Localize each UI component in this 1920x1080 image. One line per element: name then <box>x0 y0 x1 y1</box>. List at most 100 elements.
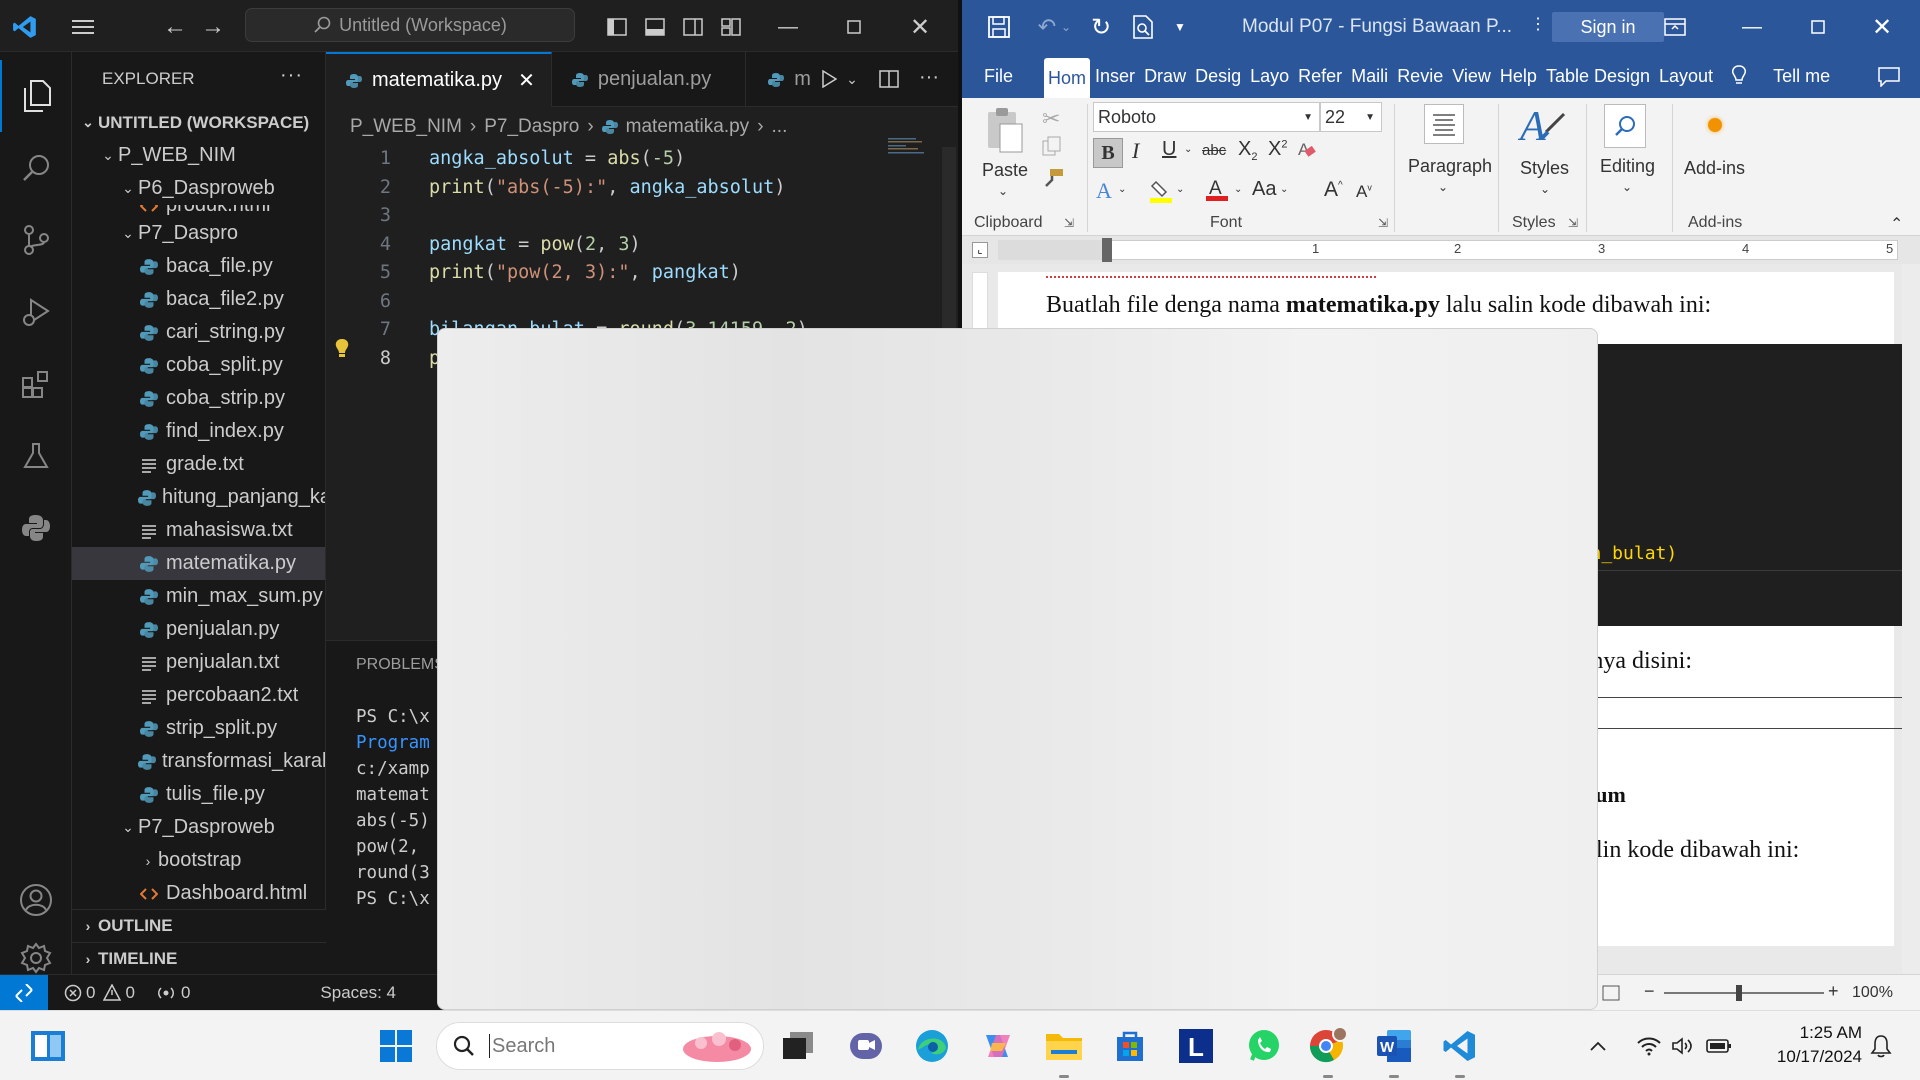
outline-section[interactable]: › OUTLINE <box>72 909 326 942</box>
close-icon[interactable]: ✕ <box>1862 12 1902 42</box>
ribbon-tab[interactable]: Maili <box>1347 54 1392 98</box>
tree-item[interactable]: percobaan2.txt <box>72 679 325 712</box>
ribbon-tab[interactable]: Layo <box>1246 54 1293 98</box>
tree-item[interactable]: baca_file2.py <box>72 283 325 316</box>
ribbon-tab[interactable]: View <box>1448 54 1495 98</box>
testing-flask-icon[interactable] <box>0 420 72 492</box>
remote-icon[interactable] <box>0 974 48 1010</box>
paste-dropdown-icon[interactable]: ⌄ <box>998 184 1008 198</box>
ribbon-tab[interactable]: Layout <box>1655 54 1717 98</box>
tree-item[interactable]: hitung_panjang_ka... <box>72 481 325 514</box>
breadcrumb-item[interactable]: P7_Daspro <box>484 116 579 138</box>
editing-dropdown-icon[interactable]: ⌄ <box>1622 180 1632 194</box>
styles-icon[interactable]: A <box>1518 102 1568 148</box>
tree-item[interactable]: cari_string.py <box>72 316 325 349</box>
dialog-launcher-icon[interactable]: ⇲ <box>1064 216 1074 230</box>
minimap[interactable] <box>886 136 942 156</box>
breadcrumb-item[interactable]: P_WEB_NIM <box>350 116 462 138</box>
styles-button[interactable]: Styles <box>1520 158 1569 179</box>
change-case-dropdown-icon[interactable]: ⌄ <box>1280 184 1288 195</box>
microsoft-store-icon[interactable] <box>1108 1024 1152 1068</box>
undo-dropdown-icon[interactable]: ⌄ <box>1058 12 1074 42</box>
ribbon-tab[interactable]: Table Design <box>1542 54 1654 98</box>
ribbon-tab[interactable]: Desig <box>1191 54 1245 98</box>
tree-item[interactable]: strip_split.py <box>72 712 325 745</box>
more-actions-icon[interactable]: ··· <box>280 64 303 87</box>
tree-item[interactable]: ⌄ P7_Daspro­web <box>72 811 325 844</box>
run-debug-icon[interactable] <box>0 276 72 348</box>
format-painter-icon[interactable] <box>1042 168 1064 190</box>
file-explorer-icon[interactable] <box>1042 1024 1086 1078</box>
wifi-icon[interactable] <box>1634 1024 1664 1068</box>
tree-item[interactable]: coba_split.py <box>72 349 325 382</box>
customize-qat-icon[interactable]: ▼ <box>1170 12 1190 42</box>
system-clock[interactable]: 1:25 AM 10/17/2024 <box>1752 1021 1862 1069</box>
font-name-combo[interactable]: Roboto ▼ <box>1093 102 1320 132</box>
editing-search-icon[interactable] <box>1604 104 1646 148</box>
tab-matematika[interactable]: matematika.py ✕ <box>326 52 552 107</box>
breadcrumb-item[interactable]: matematika.py <box>626 116 750 138</box>
zoom-slider[interactable] <box>1664 992 1824 994</box>
highlight-icon[interactable] <box>1150 178 1174 204</box>
ribbon-display-options-icon[interactable] <box>1660 12 1690 42</box>
strikethrough-icon[interactable]: abc <box>1202 142 1226 159</box>
paragraph-icon[interactable] <box>1424 104 1464 144</box>
web-layout-icon[interactable] <box>1602 985 1620 1001</box>
timeline-section[interactable]: › TIMELINE <box>72 942 326 975</box>
editing-button[interactable]: Editing <box>1600 156 1655 177</box>
tree-item[interactable]: matematika.py <box>72 547 325 580</box>
bold-icon[interactable]: B <box>1093 138 1123 168</box>
back-arrow-icon[interactable]: ← <box>158 10 192 44</box>
styles-dropdown-icon[interactable]: ⌄ <box>1540 182 1550 196</box>
highlight-dropdown-icon[interactable]: ⌄ <box>1176 184 1184 195</box>
toggle-secondary-sidebar-icon[interactable] <box>678 12 708 42</box>
text-effects-dropdown-icon[interactable]: ⌄ <box>1118 184 1126 195</box>
dialog-launcher-icon[interactable]: ⇲ <box>1378 216 1388 230</box>
customize-layout-icon[interactable] <box>716 12 746 42</box>
indentation-status[interactable]: Spaces: 4 <box>320 983 396 1003</box>
zoom-in-icon[interactable]: + <box>1828 981 1839 1002</box>
ribbon-tab[interactable]: Inser <box>1091 54 1139 98</box>
close-icon[interactable]: ✕ <box>900 12 940 42</box>
change-case-icon[interactable]: Aa <box>1252 178 1276 201</box>
copy-icon[interactable] <box>1042 136 1062 156</box>
tree-item[interactable]: find_index.py <box>72 415 325 448</box>
extensions-icon[interactable] <box>0 348 72 420</box>
l-app-icon[interactable]: L <box>1174 1024 1218 1068</box>
tree-item[interactable]: ⌄ P_WEB_NIM <box>72 139 325 172</box>
copilot-icon[interactable] <box>976 1024 1020 1068</box>
subscript-icon[interactable]: X2 <box>1238 138 1257 163</box>
explorer-icon[interactable] <box>0 60 72 132</box>
tree-item[interactable]: ⌄ P7_Daspro <box>72 217 325 250</box>
grow-font-icon[interactable]: A^ <box>1324 178 1343 202</box>
tell-me-box[interactable]: Tell me <box>1731 65 1830 87</box>
battery-icon[interactable] <box>1704 1024 1734 1068</box>
run-python-file-icon[interactable] <box>814 64 844 94</box>
tree-item[interactable]: baca_file.py <box>72 250 325 283</box>
zoom-level[interactable]: 100% <box>1852 984 1893 1002</box>
underline-dropdown-icon[interactable]: ⌄ <box>1184 144 1192 155</box>
ribbon-tab[interactable]: Draw <box>1140 54 1190 98</box>
breadcrumb-item[interactable]: ... <box>772 116 788 138</box>
clear-formatting-icon[interactable]: A <box>1296 138 1318 160</box>
tab-overflow[interactable]: m <box>746 52 819 107</box>
workspace-root[interactable]: ⌄ UNTITLED (WORKSPACE) <box>72 106 325 139</box>
tree-item[interactable]: coba_strip.py <box>72 382 325 415</box>
vscode-logo-icon[interactable] <box>8 10 42 44</box>
toggle-primary-sidebar-icon[interactable] <box>602 12 632 42</box>
tree-item[interactable]: min_max_sum.py <box>72 580 325 613</box>
toggle-panel-icon[interactable] <box>640 12 670 42</box>
ribbon-tab[interactable]: Revie <box>1393 54 1447 98</box>
add-ins-icon[interactable] <box>1708 118 1722 132</box>
notifications-bell-icon[interactable] <box>1866 1024 1896 1068</box>
tree-item[interactable]: produk.html <box>72 205 325 217</box>
minimize-icon[interactable]: — <box>1732 12 1772 42</box>
paragraph-dropdown-icon[interactable]: ⌄ <box>1438 180 1448 194</box>
volume-icon[interactable] <box>1668 1024 1698 1068</box>
tree-item[interactable]: grade.txt <box>72 448 325 481</box>
word-app-icon[interactable]: W <box>1372 1024 1416 1078</box>
tree-item[interactable]: › bootstrap <box>72 844 325 877</box>
widgets-icon[interactable] <box>26 1024 70 1068</box>
print-preview-icon[interactable] <box>1128 12 1158 42</box>
paragraph-button[interactable]: Paragraph <box>1408 156 1492 177</box>
